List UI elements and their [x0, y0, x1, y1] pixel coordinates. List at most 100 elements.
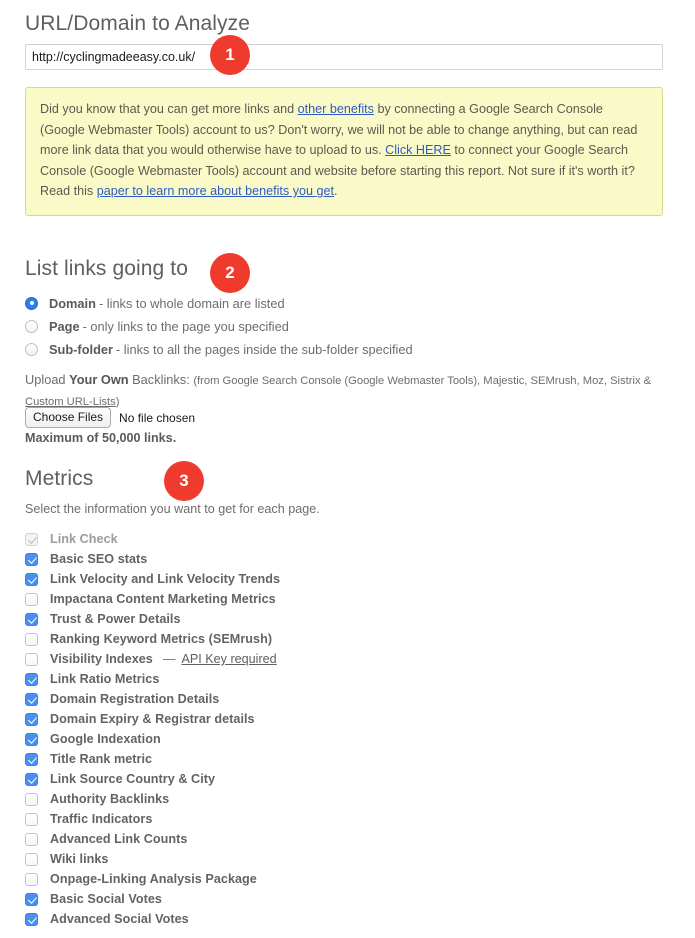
metric-label: Domain Registration Details	[50, 692, 220, 706]
other-benefits-link[interactable]: other benefits	[298, 102, 374, 116]
metric-label: Link Check	[50, 532, 118, 546]
metrics-checkbox-list: Link Check Basic SEO stats Link Velocity a…	[25, 529, 665, 929]
metrics-subtitle: Select the information you want to get f…	[25, 502, 320, 516]
metric-checkbox[interactable]	[25, 552, 38, 566]
metric-row[interactable]: Basic Social Votes	[25, 889, 665, 909]
metric-label: Basic Social Votes	[50, 892, 162, 906]
metric-note-dash: —	[162, 652, 176, 666]
metric-checkbox[interactable]	[25, 752, 38, 766]
click-here-link[interactable]: Click HERE	[385, 143, 451, 157]
radio-label-domain: Domain	[49, 295, 96, 311]
metric-row[interactable]: Advanced Social Votes	[25, 909, 665, 929]
metric-checkbox[interactable]	[25, 832, 38, 846]
maximum-links-label: Maximum of 50,000 links.	[25, 431, 177, 445]
metric-checkbox[interactable]	[25, 872, 38, 886]
metric-row[interactable]: Title Rank metric	[25, 749, 665, 769]
metric-checkbox[interactable]	[25, 892, 38, 906]
radio-label-page: Page	[49, 318, 80, 334]
metric-row[interactable]: Link Ratio Metrics	[25, 669, 665, 689]
metric-label: Onpage-Linking Analysis Package	[50, 872, 257, 886]
metric-row[interactable]: Advanced Link Counts	[25, 829, 665, 849]
metric-row[interactable]: Google Indexation	[25, 729, 665, 749]
upload-backlinks-text: Upload Your Own Backlinks: (from Google …	[25, 370, 673, 412]
metric-row[interactable]: Domain Expiry & Registrar details	[25, 709, 665, 729]
analyze-form-page: URL/Domain to Analyze 1 Did you know tha…	[0, 0, 695, 938]
metric-row[interactable]: Onpage-Linking Analysis Package	[25, 869, 665, 889]
metric-checkbox[interactable]	[25, 732, 38, 746]
list-links-heading: List links going to	[25, 257, 188, 280]
metric-checkbox[interactable]	[25, 712, 38, 726]
url-input-row	[25, 44, 663, 70]
metric-label: Link Source Country & City	[50, 772, 216, 786]
url-input[interactable]	[25, 44, 663, 70]
metric-checkbox[interactable]	[25, 592, 38, 606]
upload-lead2: Backlinks:	[128, 372, 194, 387]
api-key-required-link[interactable]: API Key required	[181, 652, 276, 666]
metric-checkbox[interactable]	[25, 612, 38, 626]
no-file-chosen-label: No file chosen	[119, 410, 196, 425]
metric-checkbox[interactable]	[25, 632, 38, 646]
radio-mark-page[interactable]	[25, 319, 38, 333]
upload-sources: (from Google Search Console (Google Webm…	[193, 375, 652, 387]
radio-desc-subfolder: - links to all the pages inside the sub-…	[115, 341, 413, 357]
radio-option-domain[interactable]: Domain - links to whole domain are liste…	[25, 292, 665, 314]
metric-checkbox[interactable]	[25, 852, 38, 866]
metrics-heading: Metrics	[25, 467, 94, 490]
metric-checkbox[interactable]	[25, 652, 38, 666]
metric-row[interactable]: Basic SEO stats	[25, 549, 665, 569]
metric-label: Ranking Keyword Metrics (SEMrush)	[50, 632, 273, 646]
metric-label: Advanced Social Votes	[50, 912, 189, 926]
metric-checkbox[interactable]	[25, 572, 38, 586]
notice-text-1: Did you know that you can get more links…	[40, 102, 298, 116]
metric-checkbox[interactable]	[25, 692, 38, 706]
metric-label: Google Indexation	[50, 732, 161, 746]
gsc-notice-box: Did you know that you can get more links…	[25, 87, 663, 216]
metric-label: Title Rank metric	[50, 752, 153, 766]
choose-files-button[interactable]: Choose Files	[25, 407, 112, 428]
metric-label: Authority Backlinks	[50, 792, 170, 806]
notice-text-4: .	[334, 184, 338, 198]
metric-row[interactable]: Impactana Content Marketing Metrics	[25, 589, 665, 609]
upload-strong: Your Own	[69, 372, 129, 387]
radio-label-subfolder: Sub-folder	[49, 341, 113, 357]
metric-label: Advanced Link Counts	[50, 832, 188, 846]
metric-row[interactable]: Wiki links	[25, 849, 665, 869]
metric-row: Link Check	[25, 529, 665, 549]
metric-label: Wiki links	[50, 852, 109, 866]
radio-mark-domain[interactable]	[25, 296, 38, 310]
metric-label: Link Ratio Metrics	[50, 672, 160, 686]
metric-label: Visibility Indexes	[50, 652, 153, 666]
metric-checkbox[interactable]	[25, 812, 38, 826]
metric-checkbox[interactable]	[25, 672, 38, 686]
metric-label: Traffic Indicators	[50, 812, 153, 826]
metric-checkbox[interactable]	[25, 772, 38, 786]
metric-row[interactable]: Link Source Country & City	[25, 769, 665, 789]
radio-desc-domain: - links to whole domain are listed	[98, 295, 285, 311]
step-badge-3: 3	[164, 461, 204, 501]
metric-checkbox[interactable]	[25, 912, 38, 926]
step-badge-2: 2	[210, 253, 250, 293]
metric-checkbox	[25, 532, 38, 546]
file-upload-row: Choose Files No file chosen	[25, 407, 195, 428]
radio-mark-subfolder[interactable]	[25, 342, 38, 356]
metric-label: Impactana Content Marketing Metrics	[50, 592, 276, 606]
metric-row[interactable]: Link Velocity and Link Velocity Trends	[25, 569, 665, 589]
benefits-paper-link[interactable]: paper to learn more about benefits you g…	[97, 184, 334, 198]
metric-row[interactable]: Authority Backlinks	[25, 789, 665, 809]
metric-label: Link Velocity and Link Velocity Trends	[50, 572, 281, 586]
metric-row[interactable]: Trust & Power Details	[25, 609, 665, 629]
metric-row[interactable]: Traffic Indicators	[25, 809, 665, 829]
metric-checkbox[interactable]	[25, 792, 38, 806]
step-badge-1: 1	[210, 35, 250, 75]
radio-option-subfolder[interactable]: Sub-folder - links to all the pages insi…	[25, 338, 665, 360]
url-section-heading: URL/Domain to Analyze	[25, 12, 251, 35]
radio-option-page[interactable]: Page - only links to the page you specif…	[25, 315, 665, 337]
metric-label: Basic SEO stats	[50, 552, 148, 566]
metric-label: Domain Expiry & Registrar details	[50, 712, 255, 726]
metric-note: — API Key required	[163, 652, 277, 666]
metric-row[interactable]: Domain Registration Details	[25, 689, 665, 709]
metric-row[interactable]: Visibility Indexes — API Key required	[25, 649, 665, 669]
metric-label: Trust & Power Details	[50, 612, 181, 626]
metric-row[interactable]: Ranking Keyword Metrics (SEMrush)	[25, 629, 665, 649]
link-scope-radio-group: Domain - links to whole domain are liste…	[25, 292, 665, 361]
